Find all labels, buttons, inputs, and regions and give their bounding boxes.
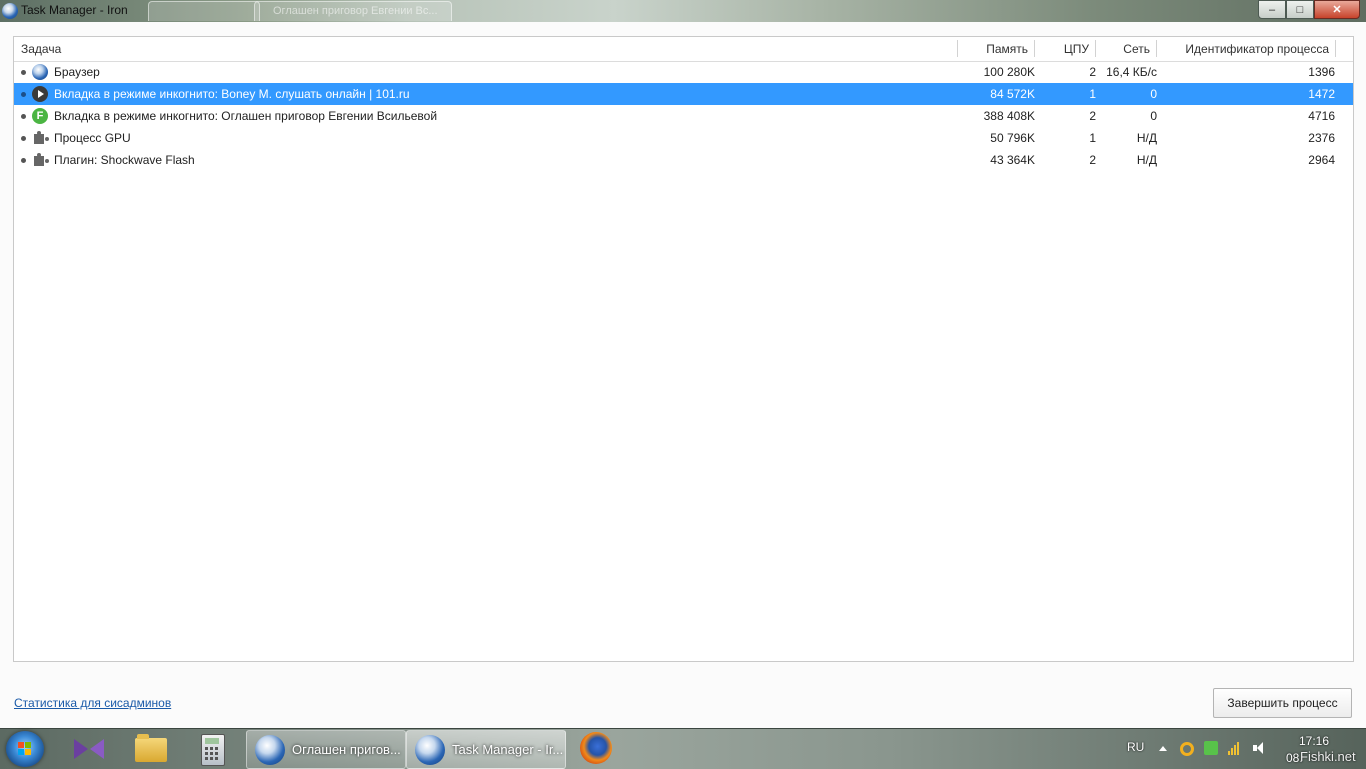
play-icon (32, 86, 48, 102)
task-name: Плагин: Shockwave Flash (54, 153, 195, 167)
minimize-button[interactable]: – (1258, 0, 1286, 19)
task-name: Процесс GPU (54, 131, 131, 145)
column-header-task[interactable]: Задача (21, 37, 61, 61)
file-explorer-icon[interactable] (135, 734, 167, 762)
cpu-value: 1 (1089, 131, 1096, 145)
window-title: Task Manager - Iron (21, 3, 128, 17)
show-hidden-icons-icon[interactable] (1159, 746, 1167, 751)
background-tab: Оглашен приговор Евгении Вс... (254, 1, 452, 21)
column-header-network[interactable]: Сеть (1096, 37, 1150, 61)
cpu-value: 2 (1089, 109, 1096, 123)
background-tab (148, 1, 260, 21)
column-header-memory[interactable]: Память (958, 37, 1028, 61)
browser-globe-icon (32, 64, 48, 80)
pid-value: 1472 (1308, 87, 1335, 101)
network-signal-icon[interactable] (1228, 741, 1242, 755)
bullet-icon (21, 92, 26, 97)
close-button[interactable]: ✕ (1314, 0, 1360, 19)
puzzle-icon (32, 130, 48, 146)
bullet-icon (21, 70, 26, 75)
pid-value: 2964 (1308, 153, 1335, 167)
puzzle-icon (32, 152, 48, 168)
cpu-value: 1 (1089, 87, 1096, 101)
network-value: 16,4 КБ/с (1106, 65, 1157, 79)
memory-value: 43 364K (990, 153, 1035, 167)
calculator-icon[interactable] (201, 734, 225, 766)
sysadmin-stats-link[interactable]: Статистика для сисадминов (14, 696, 171, 710)
taskbar-button-task-manager[interactable]: Task Manager - Ir... (406, 730, 566, 769)
pid-value: 2376 (1308, 131, 1335, 145)
language-indicator[interactable]: RU (1127, 740, 1144, 754)
title-bar: Task Manager - Iron Оглашен приговор Евг… (0, 0, 1366, 22)
task-name: Браузер (54, 65, 100, 79)
taskbar: Оглашен пригов... Task Manager - Ir... R… (0, 728, 1366, 769)
iron-browser-icon (255, 735, 285, 765)
bullet-icon (21, 136, 26, 141)
column-header-pid[interactable]: Идентификатор процесса (1157, 37, 1329, 61)
memory-value: 84 572K (990, 87, 1035, 101)
process-table: Задача Память ЦПУ Сеть Идентификатор про… (13, 36, 1354, 662)
table-row[interactable]: Вкладка в режиме инкогнито: Boney M. слу… (14, 83, 1353, 105)
f-letter-icon: F (32, 108, 48, 124)
memory-value: 388 408K (983, 109, 1035, 123)
pid-value: 4716 (1308, 109, 1335, 123)
network-value: 0 (1150, 87, 1157, 101)
network-value: Н/Д (1136, 153, 1157, 167)
memory-value: 50 796K (990, 131, 1035, 145)
table-row[interactable]: F Вкладка в режиме инкогнито: Оглашен пр… (14, 105, 1353, 127)
windows-logo-icon (18, 742, 32, 756)
taskbar-button-label: Task Manager - Ir... (452, 742, 564, 757)
network-value: Н/Д (1136, 131, 1157, 145)
cpu-value: 2 (1089, 65, 1096, 79)
memory-value: 100 280K (983, 65, 1035, 79)
iron-browser-icon (415, 735, 445, 765)
end-process-button[interactable]: Завершить процесс (1213, 688, 1352, 718)
task-name: Вкладка в режиме инкогнито: Оглашен приг… (54, 109, 438, 123)
firefox-icon[interactable] (580, 732, 612, 764)
task-name: Вкладка в режиме инкогнито: Boney M. слу… (54, 87, 410, 101)
column-divider[interactable] (1335, 40, 1336, 57)
visual-studio-icon[interactable] (72, 733, 106, 765)
task-manager-window: Задача Память ЦПУ Сеть Идентификатор про… (0, 22, 1366, 728)
taskbar-button-label: Оглашен пригов... (292, 742, 401, 757)
tray-green-icon[interactable] (1204, 741, 1218, 755)
tray-app-icon[interactable] (1180, 742, 1194, 756)
taskbar-button-browser[interactable]: Оглашен пригов... (246, 730, 406, 769)
table-row[interactable]: Процесс GPU 50 796K 1 Н/Д 2376 (14, 127, 1353, 149)
iron-browser-icon (2, 3, 18, 19)
cpu-value: 2 (1089, 153, 1096, 167)
bullet-icon (21, 158, 26, 163)
column-header-cpu[interactable]: ЦПУ (1035, 37, 1089, 61)
pid-value: 1396 (1308, 65, 1335, 79)
volume-icon[interactable] (1252, 741, 1266, 755)
table-row[interactable]: Браузер 100 280K 2 16,4 КБ/с 1396 (14, 61, 1353, 83)
clock-time[interactable]: 17:16 (1299, 734, 1329, 748)
start-button[interactable] (6, 731, 44, 767)
window-controls: – □ ✕ (1258, 0, 1360, 19)
bullet-icon (21, 114, 26, 119)
maximize-button[interactable]: □ (1286, 0, 1314, 19)
watermark: Fishki.net (1300, 749, 1356, 764)
table-row[interactable]: Плагин: Shockwave Flash 43 364K 2 Н/Д 29… (14, 149, 1353, 171)
table-header: Задача Память ЦПУ Сеть Идентификатор про… (14, 37, 1353, 62)
network-value: 0 (1150, 109, 1157, 123)
